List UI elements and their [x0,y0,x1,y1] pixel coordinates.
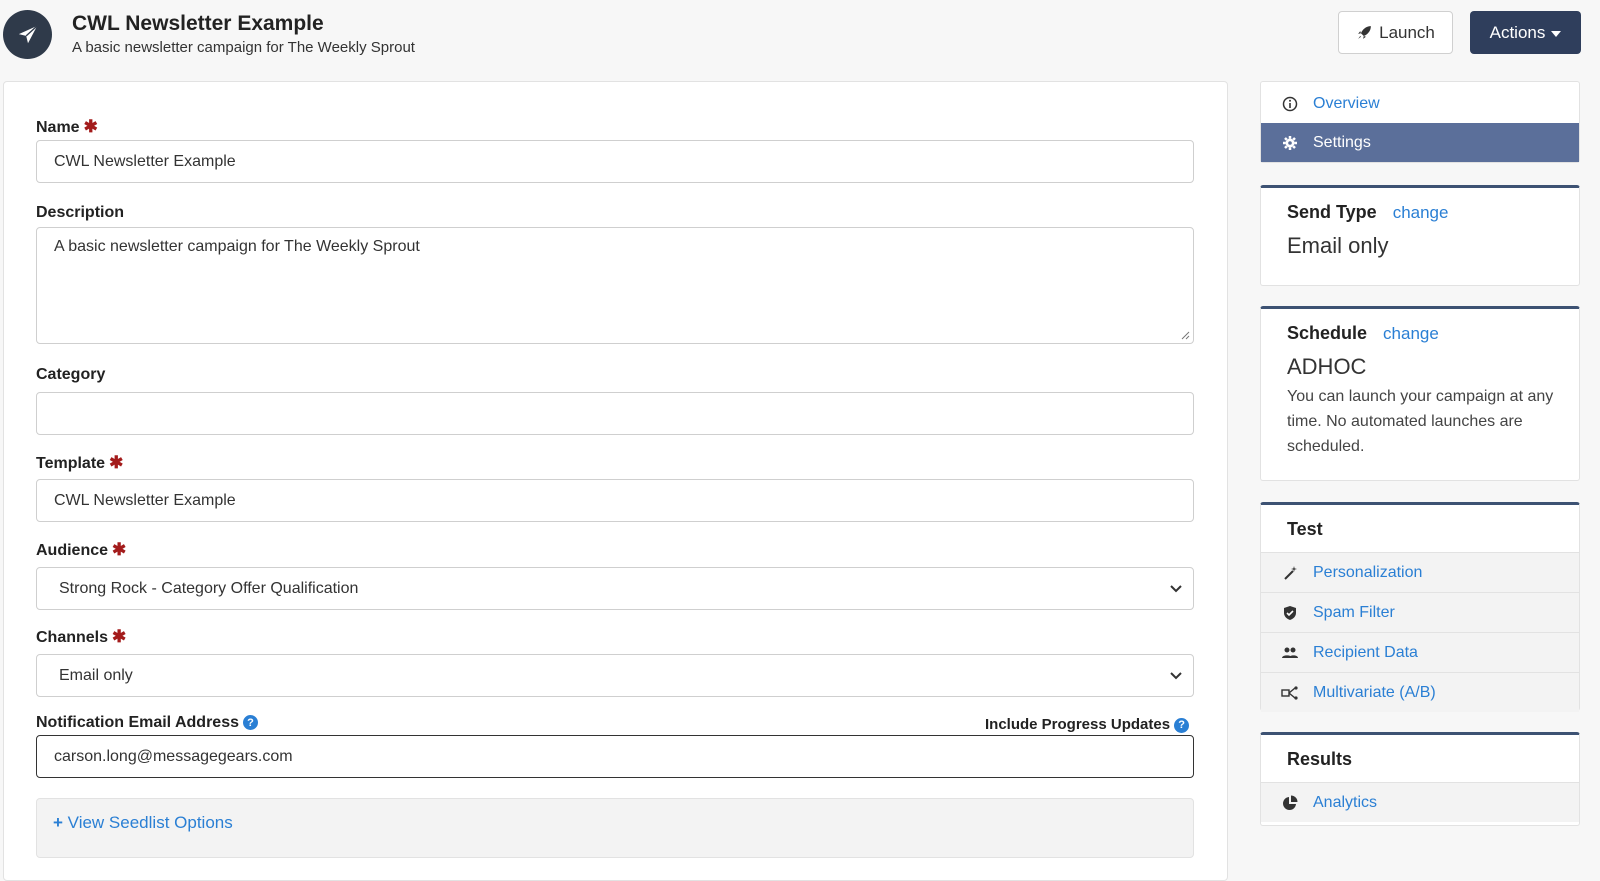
template-input[interactable]: CWL Newsletter Example [36,479,1194,522]
test-item-label: Multivariate (A/B) [1313,683,1436,701]
description-text: A basic newsletter campaign for The Week… [54,238,420,255]
category-label: Category [36,366,106,383]
rocket-icon [1358,26,1371,39]
channels-label: Channels ✱ [36,627,127,646]
test-item-label: Recipient Data [1313,643,1418,661]
results-card: Results Analytics [1260,732,1580,826]
required-icon: ✱ [109,453,124,472]
audience-value: Strong Rock - Category Offer Qualificati… [59,580,359,597]
audience-select[interactable]: Strong Rock - Category Offer Qualificati… [36,567,1194,610]
help-icon[interactable]: ? [1174,717,1190,733]
results-heading: Results [1287,749,1353,769]
audience-label: Audience ✱ [36,540,127,559]
channels-value: Email only [59,667,133,684]
chevron-down-icon [1170,585,1182,593]
description-label: Description [36,204,125,221]
actions-button[interactable]: Actions [1470,11,1581,54]
schedule-heading: Schedule change [1287,323,1439,343]
page-header: CWL Newsletter Example A basic newslette… [0,0,1600,80]
send-type-card: Send Type change Email only [1260,185,1580,286]
schedule-value: ADHOC [1287,354,1367,379]
name-label: Name ✱ [36,117,98,136]
progress-updates-label: Include Progress Updates? [985,716,1190,733]
magic-wand-icon [1281,564,1299,582]
view-seedlist-link[interactable]: + View Seedlist Options [53,813,233,833]
send-type-value: Email only [1287,233,1389,258]
send-type-change-link[interactable]: change [1393,203,1449,222]
notification-email-input[interactable]: carson.long@messagegears.com [36,735,1194,778]
template-label: Template ✱ [36,453,124,472]
launch-button[interactable]: Launch [1338,11,1453,54]
paper-plane-icon [3,10,52,59]
required-icon: ✱ [83,117,98,136]
sidebar-item-label: Settings [1313,133,1371,151]
chevron-down-icon [1170,672,1182,680]
channels-select[interactable]: Email only [36,654,1194,697]
send-type-heading: Send Type change [1287,202,1449,222]
actions-label: Actions [1489,22,1546,42]
help-icon[interactable]: ? [243,715,258,731]
plus-icon: + [53,813,63,832]
pie-chart-icon [1281,794,1299,812]
test-item-label: Spam Filter [1313,603,1395,621]
required-icon: ✱ [112,540,127,559]
test-item-label: Personalization [1313,563,1423,581]
test-item-personalization[interactable]: Personalization [1261,552,1579,592]
caret-down-icon [1551,30,1562,37]
description-textarea[interactable]: A basic newsletter campaign for The Week… [36,227,1194,344]
sidebar-item-overview[interactable]: Overview [1261,84,1579,123]
gear-icon [1281,134,1299,152]
name-input[interactable]: CWL Newsletter Example [36,140,1194,183]
sidebar-nav: Overview Settings [1260,81,1580,163]
required-icon: ✱ [112,627,127,646]
schedule-description: You can launch your campaign at any time… [1287,388,1554,455]
sidebar-item-settings[interactable]: Settings [1261,123,1579,162]
schedule-change-link[interactable]: change [1383,324,1439,343]
category-input[interactable] [36,392,1194,435]
sidebar-item-label: Overview [1313,94,1380,112]
notification-label: Notification Email Address? [36,714,258,732]
test-item-spam-filter[interactable]: Spam Filter [1261,592,1579,632]
split-icon [1281,684,1299,702]
results-item-label: Analytics [1313,793,1378,811]
test-heading: Test [1287,519,1323,539]
test-item-multivariate[interactable]: Multivariate (A/B) [1261,672,1579,712]
launch-label: Launch [1379,22,1435,42]
page-title: CWL Newsletter Example [72,12,324,35]
shield-icon [1281,604,1299,622]
settings-form: Name ✱ CWL Newsletter Example Description… [3,81,1228,881]
info-icon [1281,95,1299,113]
users-icon [1281,644,1299,662]
seedlist-panel: + View Seedlist Options [36,798,1194,858]
schedule-card: Schedule change ADHOC You can launch your… [1260,306,1580,481]
test-item-recipient-data[interactable]: Recipient Data [1261,632,1579,672]
resize-handle-icon[interactable] [1180,330,1190,340]
test-card: Test Personalization Spam Filter Recipie… [1260,502,1580,712]
page-subtitle: A basic newsletter campaign for The Week… [72,39,415,56]
results-item-analytics[interactable]: Analytics [1261,782,1579,822]
